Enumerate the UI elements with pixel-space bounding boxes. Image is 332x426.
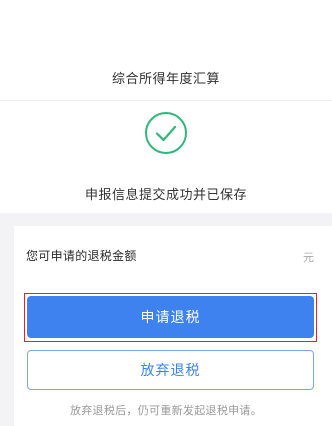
refund-amount-row: 您可申请的退税金额 元	[14, 226, 332, 284]
submit-result-section: 申报信息提交成功并已保存	[0, 101, 332, 213]
nav-bar: 综合所得年度汇算	[0, 0, 332, 101]
abandon-hint-text: 放弃退税后，仍可重新发起退税申请。	[69, 404, 263, 417]
check-circle-icon	[145, 112, 187, 154]
refund-amount-unit: 元	[303, 251, 314, 264]
apply-refund-button[interactable]: 申请退税	[27, 296, 314, 338]
page-title: 综合所得年度汇算	[111, 72, 220, 87]
refund-amount-label: 您可申请的退税金额	[26, 249, 137, 263]
abandon-refund-button[interactable]: 放弃退税	[27, 350, 314, 390]
action-area: 申请退税 放弃退税 放弃退税后，仍可重新发起退税申请。	[14, 284, 332, 426]
submit-success-message: 申报信息提交成功并已保存	[84, 188, 247, 203]
